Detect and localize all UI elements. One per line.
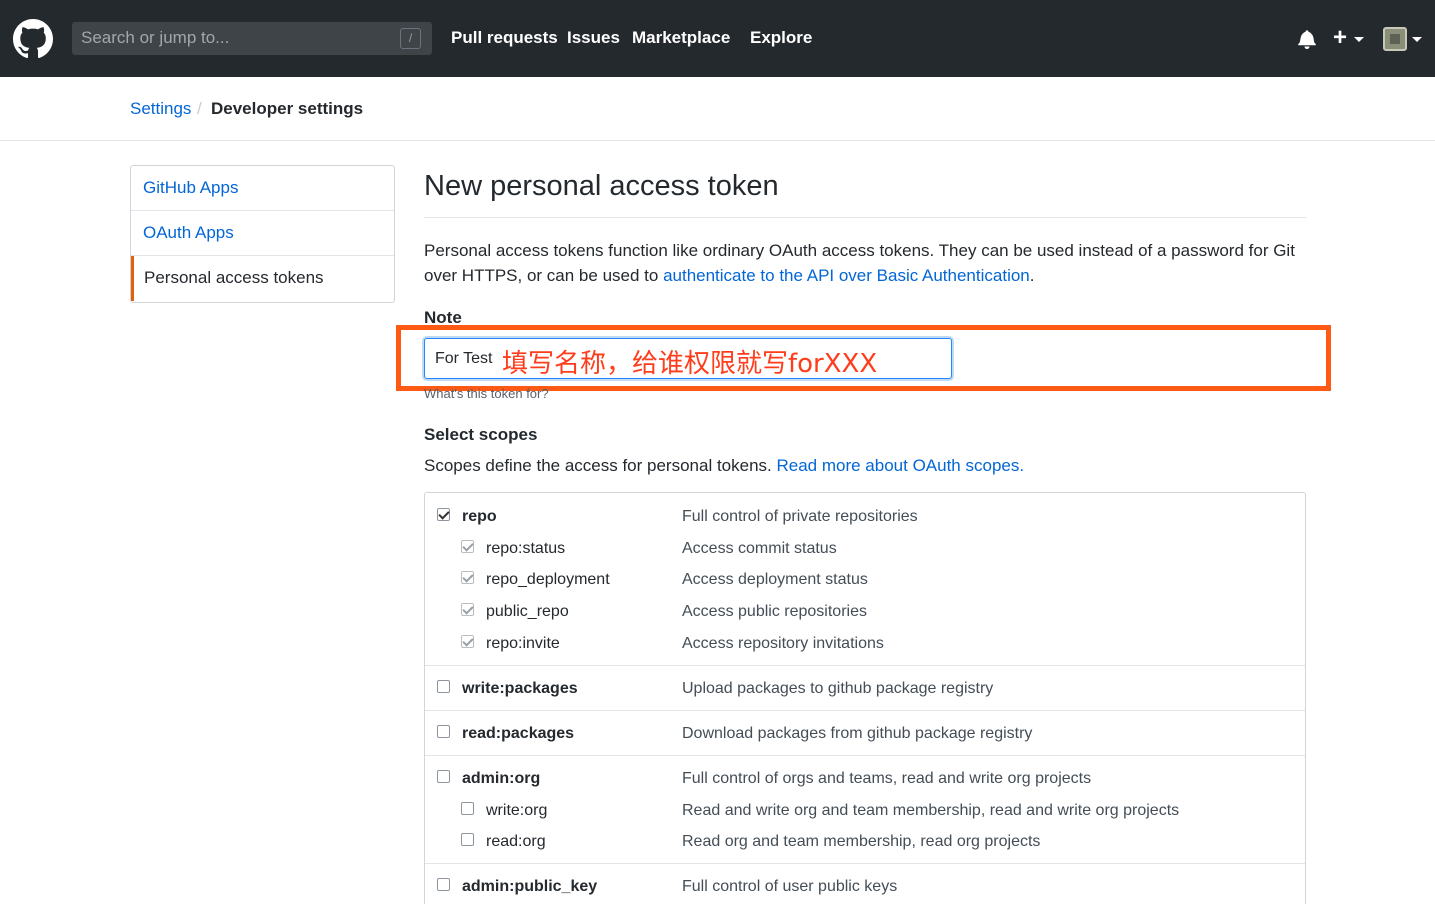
chevron-down-icon: [1412, 37, 1422, 42]
page-title: New personal access token: [424, 170, 779, 202]
scope-description: Full control of user public keys: [682, 878, 898, 895]
scope-checkbox-admin-public-key[interactable]: [437, 878, 450, 891]
search-input[interactable]: Search or jump to... /: [72, 22, 432, 55]
sidebar-item-github-apps[interactable]: GitHub Apps: [131, 166, 394, 211]
scopes-list: repo Full control of private repositorie…: [424, 492, 1306, 904]
oauth-scopes-link[interactable]: Read more about OAuth scopes.: [776, 456, 1024, 475]
scope-checkbox-repo-deployment[interactable]: [461, 571, 474, 584]
scope-description: Access public repositories: [682, 603, 867, 620]
scopes-description-text: Scopes define the access for personal to…: [424, 456, 777, 475]
scope-name: repo_deployment: [486, 571, 610, 588]
scope-description: Access commit status: [682, 540, 837, 557]
search-placeholder: Search or jump to...: [81, 28, 230, 47]
breadcrumb-separator: /: [197, 99, 202, 118]
scope-checkbox-repo[interactable]: [437, 508, 450, 521]
scope-checkbox-write-packages[interactable]: [437, 680, 450, 693]
sidebar-menu: GitHub Apps OAuth Apps Personal access t…: [130, 165, 395, 303]
scope-description: Access repository invitations: [682, 635, 884, 652]
scope-checkbox-public-repo[interactable]: [461, 603, 474, 616]
scope-name: write:org: [486, 802, 548, 819]
scope-name: repo:invite: [486, 635, 560, 652]
search-shortcut-key: /: [400, 28, 421, 49]
scope-description: Read org and team membership, read org p…: [682, 833, 1041, 850]
breadcrumb-settings-link[interactable]: Settings: [130, 99, 191, 119]
avatar[interactable]: [1383, 27, 1407, 51]
scope-name: repo:status: [486, 540, 566, 557]
select-scopes-heading: Select scopes: [424, 425, 538, 444]
scope-checkbox-read-packages[interactable]: [437, 725, 450, 738]
scope-checkbox-repo-status[interactable]: [461, 540, 474, 553]
scope-checkbox-write-org[interactable]: [461, 802, 474, 815]
nav-marketplace[interactable]: Marketplace: [632, 28, 730, 48]
github-logo-icon[interactable]: [13, 19, 53, 59]
scopes-description: Scopes define the access for personal to…: [424, 456, 1024, 476]
scope-description: Upload packages to github package regist…: [682, 680, 994, 697]
annotation-text: 填写名称，给谁权限就写forXXX: [502, 349, 878, 379]
scope-name: public_repo: [486, 603, 569, 620]
nav-issues[interactable]: Issues: [567, 28, 620, 48]
nav-explore[interactable]: Explore: [750, 28, 812, 48]
scope-name: admin:public_key: [462, 878, 598, 895]
create-new-icon[interactable]: +: [1333, 24, 1347, 52]
note-hint: What's this token for?: [424, 386, 549, 399]
scope-description: Full control of orgs and teams, read and…: [682, 770, 1092, 787]
scope-checkbox-repo-invite[interactable]: [461, 635, 474, 648]
scope-group-admin-org: admin:org Full control of orgs and teams…: [425, 756, 1305, 864]
scope-checkbox-read-org[interactable]: [461, 833, 474, 846]
breadcrumb-current: Developer settings: [211, 99, 364, 118]
bell-icon[interactable]: [1297, 29, 1317, 49]
scope-group-read-packages: read:packages Download packages from git…: [425, 711, 1305, 756]
scope-checkbox-admin-org[interactable]: [437, 770, 450, 783]
scope-group-admin-public-key: admin:public_key Full control of user pu…: [425, 864, 1305, 904]
nav-pull-requests[interactable]: Pull requests: [451, 28, 558, 48]
basic-auth-link[interactable]: authenticate to the API over Basic Authe…: [663, 266, 1030, 285]
scope-group-write-packages: write:packages Upload packages to github…: [425, 666, 1305, 711]
page-description: Personal access tokens function like ord…: [424, 238, 1306, 288]
scope-description: Full control of private repositories: [682, 508, 918, 525]
scope-name: repo: [462, 508, 497, 525]
scope-description: Access deployment status: [682, 571, 868, 588]
sidebar-item-oauth-apps[interactable]: OAuth Apps: [131, 211, 394, 256]
scope-name: admin:org: [462, 770, 541, 787]
scope-description: Read and write org and team membership, …: [682, 802, 1180, 819]
scope-description: Download packages from github package re…: [682, 725, 1033, 742]
scope-group-repo: repo Full control of private repositorie…: [425, 493, 1305, 666]
scope-name: read:packages: [462, 725, 575, 742]
breadcrumb: Settings / Developer settings: [0, 77, 1435, 141]
scope-name: read:org: [486, 833, 546, 850]
top-header: Search or jump to... / Pull requests Iss…: [0, 0, 1435, 77]
chevron-down-icon: [1354, 37, 1364, 42]
sidebar-item-personal-access-tokens[interactable]: Personal access tokens: [131, 256, 394, 301]
title-divider: [424, 217, 1306, 218]
description-suffix: .: [1029, 266, 1035, 285]
scope-name: write:packages: [462, 680, 578, 697]
